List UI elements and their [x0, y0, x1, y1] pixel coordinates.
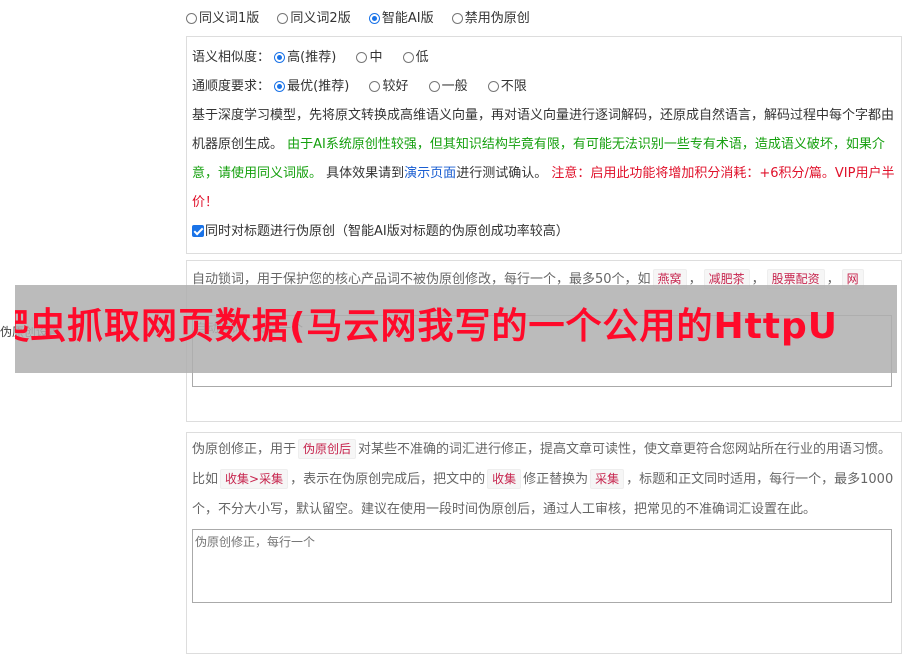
ai-settings-panel: 语义相似度： 高(推荐) 中 低 通顺度要求： 最优(推荐) 较好 一般 不限 …	[186, 36, 902, 254]
radio-icon[interactable]	[186, 13, 197, 24]
keyword-tag: 采集	[590, 469, 625, 489]
title-checkbox-row[interactable]: 同时对标题进行伪原创（智能AI版对标题的伪原创成功率较高）	[192, 217, 896, 246]
radio-selected-icon[interactable]	[274, 81, 286, 92]
demo-prefix-text: 具体效果请到	[326, 166, 405, 181]
watermark-banner: 爬虫抓取网页数据(马云网我写的一个公用的HttpU	[15, 285, 897, 373]
version-option-ai[interactable]: 智能AI版	[368, 11, 434, 26]
demo-suffix-text: 进行测试确认。	[456, 166, 548, 181]
title-checkbox-label: 同时对标题进行伪原创（智能AI版对标题的伪原创成功率较高）	[205, 224, 569, 239]
demo-page-link[interactable]: 演示页面	[404, 166, 456, 181]
keyword-tag: 收集	[487, 469, 522, 489]
version-option-synonym1[interactable]: 同义词1版	[186, 11, 259, 26]
radio-icon[interactable]	[356, 52, 368, 63]
correction-textarea[interactable]	[192, 529, 892, 603]
version-radio-group: 同义词1版 同义词2版 智能AI版 禁用伪原创	[186, 10, 544, 28]
radio-icon[interactable]	[451, 13, 463, 24]
radio-icon[interactable]	[369, 81, 381, 92]
similarity-medium[interactable]: 中	[356, 50, 382, 65]
fluency-label: 通顺度要求：	[192, 79, 271, 94]
radio-selected-icon[interactable]	[274, 52, 286, 63]
correction-text: 伪原创修正，用于	[192, 442, 297, 457]
ai-description: 基于深度学习模型，先将原文转换成高维语义向量，再对语义向量进行逐词解码，还原成自…	[192, 101, 896, 217]
similarity-low[interactable]: 低	[402, 50, 429, 65]
correction-description: 伪原创修正，用于 伪原创后 对某些不准确的词汇进行修正，提高文章可读性，使文章更符合…	[192, 435, 896, 525]
radio-icon[interactable]	[402, 52, 414, 63]
similarity-row: 语义相似度： 高(推荐) 中 低	[192, 43, 896, 72]
correction-text: 修正替换为	[523, 472, 589, 487]
fluency-best[interactable]: 最优(推荐)	[274, 79, 349, 94]
version-option-synonym2[interactable]: 同义词2版	[277, 11, 351, 26]
radio-icon[interactable]	[487, 81, 499, 92]
keyword-tag: 伪原创后	[298, 439, 357, 459]
radio-icon[interactable]	[277, 13, 289, 24]
fluency-any[interactable]: 不限	[487, 79, 527, 94]
keyword-tag: 收集>采集	[220, 469, 289, 489]
similarity-high[interactable]: 高(推荐)	[274, 50, 336, 65]
fluency-normal[interactable]: 一般	[428, 79, 468, 94]
version-option-disable[interactable]: 禁用伪原创	[451, 11, 530, 26]
radio-selected-icon[interactable]	[368, 13, 380, 24]
fluency-good[interactable]: 较好	[369, 79, 408, 94]
radio-icon[interactable]	[428, 81, 440, 92]
correction-panel: 伪原创修正，用于 伪原创后 对某些不准确的词汇进行修正，提高文章可读性，使文章更符合…	[186, 432, 902, 654]
fluency-row: 通顺度要求： 最优(推荐) 较好 一般 不限	[192, 72, 896, 101]
watermark-text: 爬虫抓取网页数据(马云网我写的一个公用的HttpU	[15, 306, 839, 347]
similarity-label: 语义相似度：	[192, 50, 271, 65]
correction-text: ，表示在伪原创完成后，把文中的	[290, 472, 486, 487]
checkbox-checked-icon[interactable]	[192, 225, 204, 237]
